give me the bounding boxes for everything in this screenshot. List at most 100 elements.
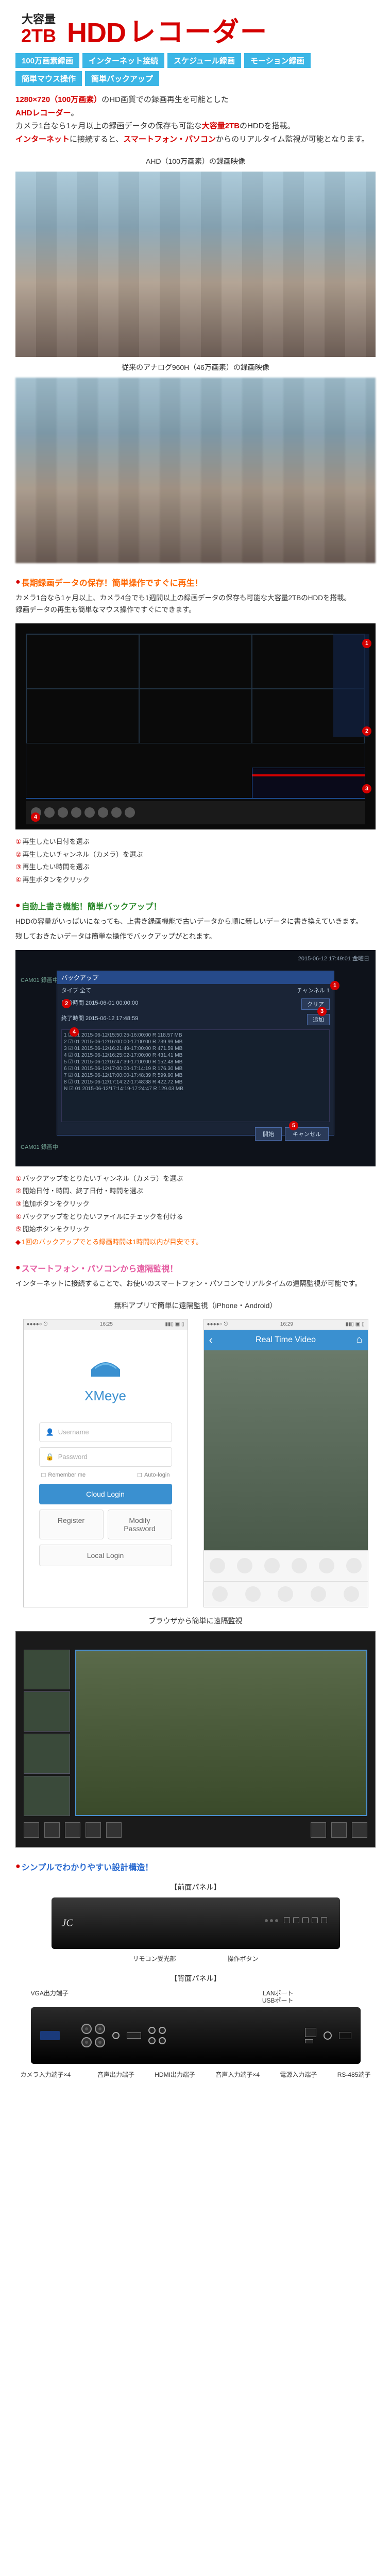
camera-inputs-icon [81,2024,105,2047]
ctrl-icon[interactable] [352,1822,367,1838]
ctrl-icon[interactable] [24,1822,39,1838]
callout-ain: 音声入力端子×4 [215,2070,260,2079]
username-input[interactable]: 👤Username [39,1422,172,1442]
ctrl-icon[interactable] [86,1822,101,1838]
remote-title: スマートフォン・パソコンから遠隔監視！ [15,1262,376,1274]
snapshot-icon[interactable] [237,1558,252,1573]
intro-3a: カメラ1台なら1ヶ月以上の録画データの保存も可能な [15,122,202,130]
video-header: ‹ Real Time Video ⌂ [204,1330,368,1350]
vga-port-icon [40,2031,60,2040]
image-analog-sample [15,378,376,563]
image-ahd-sample [15,172,376,357]
cam-label-1: CAM01 録画中 [21,976,58,984]
backup-start: 開始時間 2015-06-01 00:00:00 [61,998,138,1010]
video-feed[interactable] [204,1350,368,1550]
multiview-icon[interactable] [210,1558,225,1573]
bullet-icon [15,578,22,587]
backup-add-btn[interactable]: 追加 [307,1014,330,1025]
status-time: 16:29 [280,1321,293,1327]
backup-type: タイプ 全て [61,986,91,994]
playback-body: カメラ1台なら1ヶ月以上、カメラ4台でも1週間以上の録画データの保存も可能な大容… [15,592,376,616]
backup-start-btn[interactable]: 開始 [255,1127,282,1141]
ctrl-icon[interactable] [245,1586,261,1602]
power-port-icon [324,2031,332,2040]
tag-mp: 100万画素録画 [15,53,79,68]
bk-step-4: バックアップをとりたいファイルにチェックを付ける [23,1213,183,1221]
ctrl-icon[interactable] [311,1586,326,1602]
dvr-hdd-panel [333,634,369,737]
phone-login: ●●●●○ ⎋16:25▮▮▯ ▣ ▯ XMeye 👤Username 🔒Pas… [23,1319,188,1607]
pb-step-1: 再生したい日付を選ぶ [23,838,90,845]
local-login-button[interactable]: Local Login [39,1545,172,1566]
thumb-cam[interactable] [24,1691,70,1732]
ctrl-icon[interactable] [278,1586,293,1602]
bk-step-5: 開始ボタンをクリック [23,1225,90,1233]
autologin-label: Auto-login [144,1472,170,1478]
rs485-port-icon [339,2032,351,2039]
thumb-cam[interactable] [24,1734,70,1774]
backup-row: 7 ☑ 01 2015-06-12/17:00:00-17:48:39 R 59… [64,1072,327,1079]
audio-out-icon [112,2032,120,2039]
backup-row: 4 ☑ 01 2015-06-12/16:25:02-17:00:00 R 43… [64,1052,327,1059]
playback-steps: ①再生したい日付を選ぶ ②再生したいチャンネル（カメラ）を選ぶ ③再生したい時間… [15,836,376,887]
backup-body-1: HDDの容量がいっぱいになっても、上書き録画機能で古いデータから順に新しいデータ… [15,916,376,928]
xmeye-logo-icon [88,1348,124,1384]
dvr-timeline [252,768,365,799]
main-title: HDD レコーダー [67,10,268,49]
record-icon[interactable] [264,1558,280,1573]
design-title-text: シンプルでわかりやすい設計構造！ [22,1860,154,1873]
ctrl-icon[interactable] [331,1822,347,1838]
pb-step-2: 再生したいチャンネル（カメラ）を選ぶ [23,851,143,858]
thumb-cam[interactable] [24,1776,70,1816]
playback-title-text: 長期録画データの保存！簡単操作ですぐに再生！ [22,576,203,588]
ctrl-icon[interactable] [311,1822,326,1838]
video-controls-2 [204,1581,368,1607]
backup-timestamp: 2015-06-12 17:49:01 金曜日 [298,954,369,962]
ctrl-icon[interactable] [106,1822,122,1838]
modify-password-button[interactable]: Modify Password [108,1510,172,1539]
caption-browser: ブラウザから簡単に遠隔監視 [15,1616,376,1626]
browser-main-view[interactable] [75,1650,367,1816]
remote-title-text: スマートフォン・パソコンから遠隔監視！ [22,1262,178,1274]
backup-end: 終了時間 2015-06-12 17:48:59 [61,1014,138,1025]
cloud-login-button[interactable]: Cloud Login [39,1484,172,1504]
ctrl-icon[interactable] [212,1586,228,1602]
app-logo-area: XMeye [24,1330,188,1422]
home-icon[interactable]: ⌂ [356,1334,362,1346]
password-input[interactable]: 🔒Password [39,1447,172,1467]
remember-checkbox[interactable]: ☐ Remember me [41,1472,86,1479]
remote-body: インターネットに接続することで、お使いのスマートフォン・パソコンでリアルタイムの… [15,1278,376,1290]
backup-row: 1 ☑ 01 2015-06-12/15:50:25-16:00:00 R 11… [64,1032,327,1039]
backup-body-2: 残しておきたいデータは簡単な操作でバックアップがとれます。 [15,931,376,943]
back-panel-image [31,2007,361,2064]
intro-1b: のHD画質での録画再生を可能とした [101,95,229,104]
callout-4-icon: 4 [31,812,40,822]
autologin-checkbox[interactable]: ☐ Auto-login [137,1472,169,1479]
backup-file-list: 1 ☑ 01 2015-06-12/15:50:25-16:00:00 R 11… [61,1029,330,1122]
backup-row: 2 ☑ 01 2015-06-12/16:00:00-17:00:00 R 73… [64,1039,327,1045]
caption-ahd: AHD（100万画素）の録画映像 [15,156,376,166]
ctrl-icon[interactable] [65,1822,80,1838]
audio-icon[interactable] [292,1558,307,1573]
register-button[interactable]: Register [39,1510,104,1539]
back-icon[interactable]: ‹ [209,1333,213,1347]
ctrl-icon[interactable] [344,1586,359,1602]
playback-title: 長期録画データの保存！簡単操作ですぐに再生！ [15,576,376,588]
thumb-cam[interactable] [24,1650,70,1690]
bk-step-3: 追加ボタンをクリック [23,1200,90,1208]
bk-step-1: バックアップをとりたいチャンネル（カメラ）を選ぶ [23,1175,183,1182]
callout-usb: USBポート [262,1996,294,2005]
playback-icon[interactable] [319,1558,334,1573]
more-icon[interactable] [346,1558,362,1573]
phone-statusbar: ●●●●○ ⎋16:25▮▮▯ ▣ ▯ [24,1319,188,1330]
front-panel-image [52,1897,340,1949]
capacity-label: 大容量 [15,13,62,26]
tag-motion: モーション録画 [244,53,311,68]
ctrl-icon[interactable] [44,1822,60,1838]
capacity-box: 大容量 2TB [15,13,62,46]
callout-2-icon: 2 [62,999,71,1008]
password-placeholder: Password [58,1453,88,1461]
backup-title: 自動上書き機能！簡単バックアップ！ [15,900,376,912]
audio-inputs-icon [148,2027,166,2044]
backup-row: 8 ☑ 01 2015-06-12/17:14:22-17:48:38 R 42… [64,1079,327,1086]
